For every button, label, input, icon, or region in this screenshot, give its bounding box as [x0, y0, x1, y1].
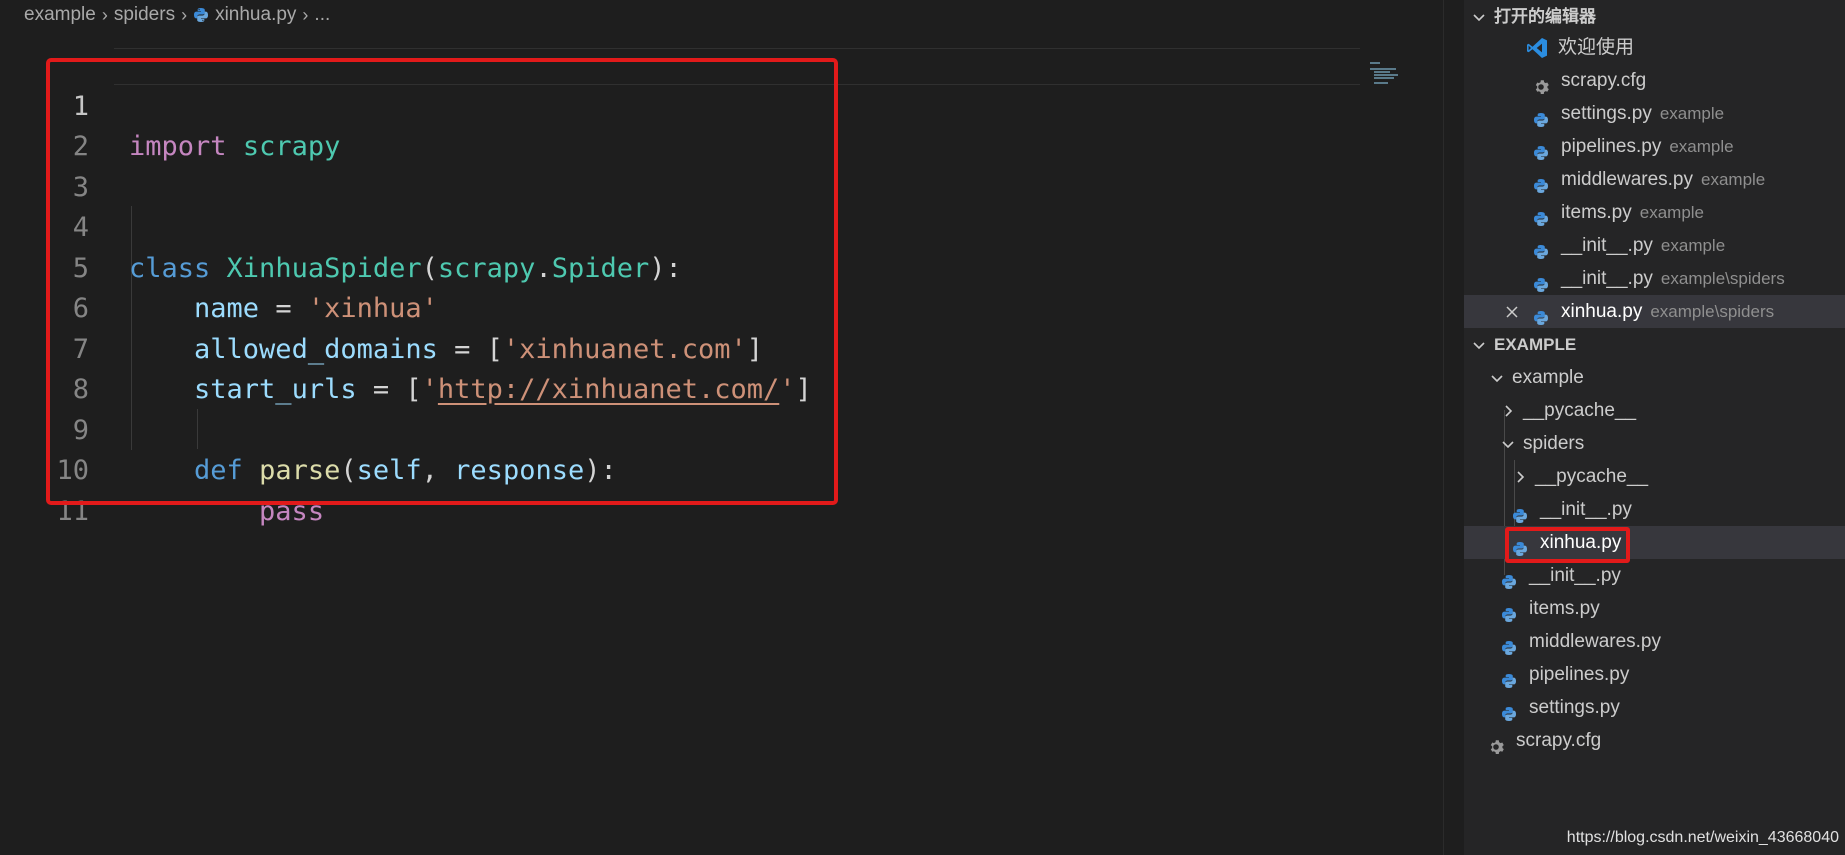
python-icon	[1501, 634, 1517, 655]
chevron-right-icon: ›	[101, 5, 108, 25]
tree-file[interactable]: pipelines.py	[1464, 658, 1845, 691]
chevron-down-icon	[1473, 341, 1485, 349]
python-icon	[1533, 172, 1549, 193]
breadcrumb-item-more[interactable]: ...	[314, 0, 330, 30]
open-editor-description: example	[1659, 104, 1725, 123]
open-editor-item[interactable]: pipelines.py example	[1464, 130, 1845, 163]
tree-item-label: scrapy.cfg	[1516, 730, 1602, 751]
open-editor-label: 欢迎使用	[1558, 37, 1635, 58]
tree-item-label: middlewares.py	[1529, 631, 1661, 652]
minimap[interactable]	[1366, 60, 1416, 90]
python-icon	[1512, 502, 1528, 523]
explorer-folder-title: EXAMPLE	[1494, 335, 1577, 354]
tree-item-label: __init__.py	[1529, 565, 1621, 586]
python-icon	[1501, 667, 1517, 688]
open-editor-label: items.py	[1561, 202, 1632, 223]
python-icon	[1501, 700, 1517, 721]
open-editor-item-active[interactable]: xinhua.py example\spiders	[1464, 295, 1845, 328]
tree-file[interactable]: __init__.py	[1464, 559, 1845, 592]
tree-file[interactable]: __init__.py	[1464, 493, 1845, 526]
close-icon[interactable]	[1504, 304, 1520, 320]
code-editor[interactable]: 1 import scrapy 2 3 4 class XinhuaSpider…	[0, 30, 1442, 855]
breadcrumb: example › spiders › xinhua.py › ...	[24, 0, 330, 30]
tree-item-label: spiders	[1523, 433, 1585, 454]
python-icon	[1533, 205, 1549, 226]
breadcrumb-item-spiders[interactable]: spiders	[114, 0, 175, 30]
tree-file[interactable]: scrapy.cfg	[1464, 724, 1845, 757]
annotation-box-code	[46, 58, 838, 505]
chevron-right-icon: ›	[302, 5, 309, 25]
gear-icon	[1488, 733, 1504, 754]
tree-item-label: items.py	[1529, 598, 1600, 619]
python-icon	[1533, 271, 1549, 292]
tree-item-label: pipelines.py	[1529, 664, 1630, 685]
breadcrumb-item-example[interactable]: example	[24, 0, 96, 30]
watermark: https://blog.csdn.net/weixin_43668040	[1566, 829, 1839, 846]
python-icon	[1533, 106, 1549, 127]
chevron-right-icon	[1505, 404, 1513, 417]
tree-item-label: example	[1512, 367, 1584, 388]
chevron-right-icon: ›	[181, 5, 188, 25]
open-editor-label: pipelines.py	[1561, 136, 1662, 157]
chevron-down-icon	[1502, 440, 1514, 448]
gear-icon	[1533, 73, 1549, 94]
open-editor-description: example\spiders	[1650, 302, 1775, 321]
tree-file[interactable]: middlewares.py	[1464, 625, 1845, 658]
tree-item-label: __init__.py	[1540, 499, 1632, 520]
chevron-right-icon	[1517, 470, 1525, 483]
python-icon	[1501, 601, 1517, 622]
annotation-box-file	[1505, 527, 1630, 563]
python-icon	[193, 7, 209, 23]
open-editor-label: settings.py	[1561, 103, 1652, 124]
tree-folder-example[interactable]: example	[1464, 361, 1845, 394]
tree-folder-spiders[interactable]: spiders	[1464, 427, 1845, 460]
open-editor-item[interactable]: settings.py example	[1464, 97, 1845, 130]
open-editor-description: example	[1639, 203, 1705, 222]
open-editor-label: middlewares.py	[1561, 169, 1693, 190]
tree-file[interactable]: items.py	[1464, 592, 1845, 625]
chevron-down-icon	[1473, 13, 1485, 21]
tree-file[interactable]: settings.py	[1464, 691, 1845, 724]
vscode-icon	[1526, 37, 1548, 59]
python-icon	[1533, 139, 1549, 160]
open-editor-description: example\spiders	[1660, 269, 1785, 288]
open-editor-label: __init__.py	[1561, 268, 1653, 289]
open-editor-item[interactable]: 欢迎使用	[1464, 31, 1845, 64]
chevron-down-icon	[1491, 374, 1503, 382]
open-editor-item[interactable]: __init__.py example\spiders	[1464, 262, 1845, 295]
editor-sidebar-divider[interactable]	[1443, 0, 1444, 855]
open-editor-label: __init__.py	[1561, 235, 1653, 256]
open-editor-description: example	[1669, 137, 1734, 156]
open-editor-description: example	[1701, 170, 1766, 189]
tree-item-label: __pycache__	[1535, 466, 1649, 487]
open-editors-title: 打开的编辑器	[1494, 7, 1596, 26]
open-editor-item[interactable]: middlewares.py example	[1464, 163, 1845, 196]
open-editor-description: example	[1660, 236, 1726, 255]
open-editors-header[interactable]: 打开的编辑器	[1464, 0, 1845, 33]
open-editor-item[interactable]: scrapy.cfg	[1464, 64, 1845, 97]
open-editor-item[interactable]: items.py example	[1464, 196, 1845, 229]
tree-item-label: settings.py	[1529, 697, 1620, 718]
explorer-sidebar: 打开的编辑器 欢迎使用 scrapy.cfg settings.py examp…	[1464, 0, 1845, 855]
open-editor-label: xinhua.py	[1561, 301, 1643, 322]
python-icon	[1533, 304, 1549, 325]
breadcrumb-item-file[interactable]: xinhua.py	[215, 0, 296, 30]
tree-folder-pycache[interactable]: __pycache__	[1464, 460, 1845, 493]
python-icon	[1501, 568, 1517, 589]
tree-item-label: __pycache__	[1523, 400, 1637, 421]
explorer-folder-header[interactable]: EXAMPLE	[1464, 328, 1845, 361]
python-icon	[1533, 238, 1549, 259]
tree-folder-pycache[interactable]: __pycache__	[1464, 394, 1845, 427]
open-editor-label: scrapy.cfg	[1561, 70, 1647, 91]
open-editor-item[interactable]: __init__.py example	[1464, 229, 1845, 262]
